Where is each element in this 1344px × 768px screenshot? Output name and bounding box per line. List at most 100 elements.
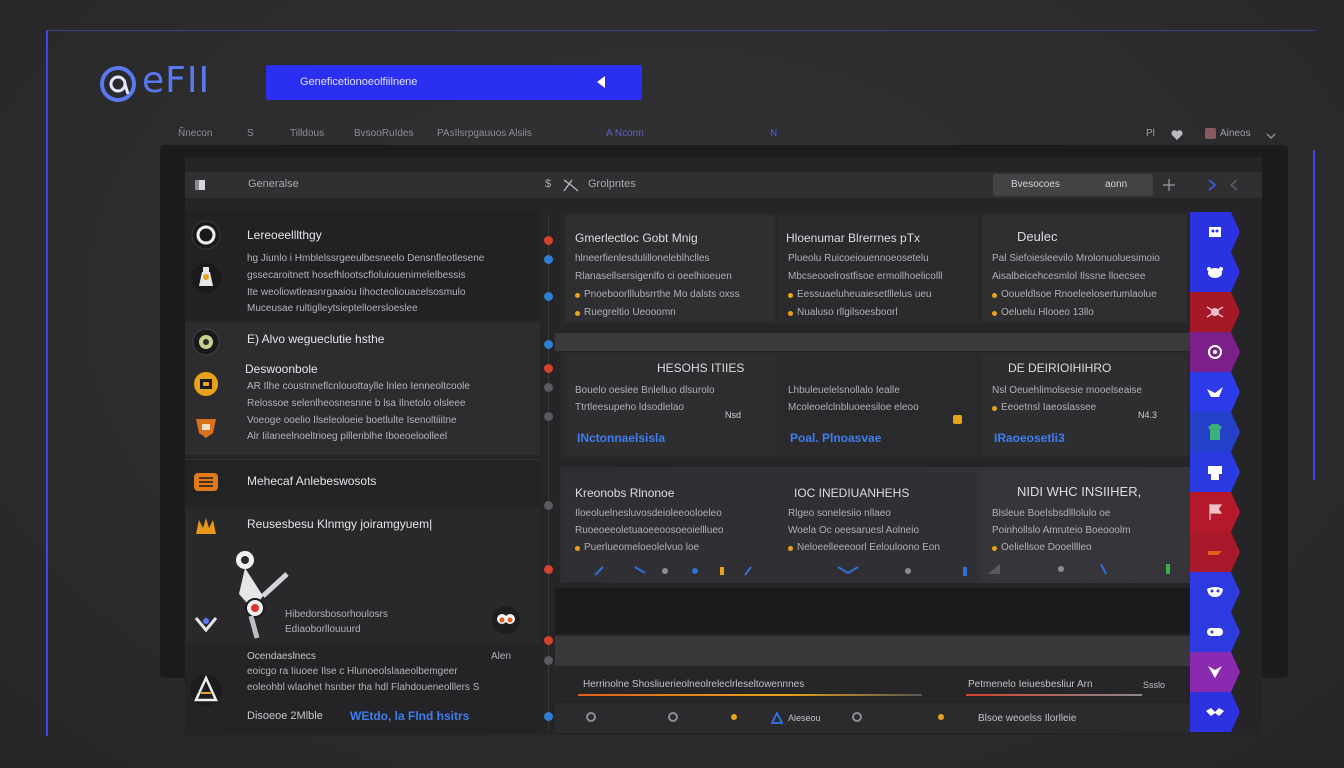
triangle-icon: [770, 710, 784, 724]
timeline-dot[interactable]: [544, 565, 553, 574]
chevron-right-icon[interactable]: [1206, 178, 1218, 192]
tab-flag-2[interactable]: [1190, 532, 1240, 572]
crown-icon: [193, 514, 219, 538]
card-bullet: Eessuaeluheuaiesetlllelus ueu: [788, 289, 932, 300]
triangle-left-icon[interactable]: [594, 75, 608, 89]
document-icon[interactable]: [193, 178, 207, 192]
tab-dog[interactable]: [1190, 252, 1240, 292]
timeline-dot[interactable]: [544, 292, 553, 301]
tab-bat[interactable]: [1190, 692, 1240, 732]
timeline-dot[interactable]: [544, 412, 553, 421]
timeline-dot[interactable]: [544, 656, 553, 665]
rose-icon: [1208, 345, 1222, 359]
card[interactable]: Kreonobs Rlnonoe Iloeoluelnesluvosdeiole…: [565, 472, 775, 580]
filter-label[interactable]: Grolpntes: [588, 178, 636, 190]
toolbar: Generalse $ Grolpntes Bvesocoes aonn: [185, 172, 1262, 198]
tab-spider[interactable]: [1190, 292, 1240, 332]
tab-rose[interactable]: [1190, 332, 1240, 372]
tab-fox[interactable]: [1190, 652, 1240, 692]
avatar[interactable]: [1205, 128, 1216, 139]
plus-icon[interactable]: [1161, 177, 1177, 193]
status-icon: [586, 712, 596, 722]
tab-robot[interactable]: [1190, 212, 1240, 252]
sidebar-item-4[interactable]: Ocendaeslnecs Alen eoicgo ra Iiuoee Ilse…: [185, 645, 540, 735]
timeline-dot[interactable]: [544, 712, 553, 721]
mask-icon: [1207, 587, 1223, 597]
card-title: Kreonobs Rlnonoe: [575, 486, 675, 500]
wrench-icon[interactable]: [562, 177, 580, 193]
card[interactable]: HESOHS ITIIES Bouelo oeslee Bnlelluo dls…: [565, 355, 775, 455]
timeline-dot[interactable]: [544, 236, 553, 245]
nav-item-3[interactable]: BvsooRuIdes: [354, 128, 413, 139]
card[interactable]: Lhbuleuelelsnollalo Iealle Mcoleoelclnbl…: [778, 355, 978, 455]
sidebar-item-1[interactable]: E) Alvo wegueclutie hsthe Deswoonbole AR…: [185, 322, 540, 455]
card-text: Rlgeo sonelesiio nllaeo: [788, 508, 891, 519]
at-sign-icon[interactable]: [98, 64, 138, 104]
sidebar-item-text: Relossoe selenlheosnesnne b lsa Ilnetolo…: [247, 398, 466, 409]
robot-icon: [1209, 227, 1221, 237]
user-name[interactable]: Aineos: [1220, 128, 1251, 139]
card-title: HESOHS ITIIES: [657, 361, 745, 375]
tab-mask[interactable]: [1190, 572, 1240, 612]
card-title: IOC INEDIUANHEHS: [794, 486, 910, 500]
sidebar-item-0[interactable]: Lereoeelllthgy hg Jiunlo i Hmblelssrgeeu…: [185, 210, 540, 320]
timeline-dot[interactable]: [544, 501, 553, 510]
card-bullet: Nualuso rllgilsoesboorl: [788, 307, 898, 318]
card[interactable]: NIDI WHC INSIIHER, Blsleue Boelsbsdlllol…: [982, 472, 1187, 580]
timeline-dot[interactable]: [544, 364, 553, 373]
owl-icon[interactable]: [491, 605, 521, 635]
timeline-dot[interactable]: [544, 340, 553, 349]
list-row-text: Petmenelo Ieiuesbesliur Arn: [968, 679, 1093, 690]
status-square: [953, 415, 962, 424]
nav-item-4[interactable]: PAsIlsrpgauuos Alsils: [437, 128, 532, 139]
card-text: Aisalbeicehcesmlol Ilssne lloecsee: [992, 271, 1146, 282]
app-logo-text[interactable]: eFII: [142, 60, 210, 101]
card-badge: Nsd: [725, 410, 742, 420]
card[interactable]: Gmerlectloc Gobt Mnig hlneerfienlesdulil…: [565, 215, 775, 322]
tab-flag[interactable]: [1190, 492, 1240, 532]
nav-item-5[interactable]: A Nconn: [606, 128, 644, 139]
card-text: Poinhollslo Amruteio Boeooolm: [992, 525, 1131, 536]
tab-bird[interactable]: [1190, 372, 1240, 412]
sidebar-footer-link[interactable]: WEtdo, la Flnd hsitrs: [350, 709, 469, 723]
card[interactable]: Deulec Pal Siefoiesleevilo Mrolonuoluesi…: [982, 215, 1187, 322]
sidebar-item-2[interactable]: Mehecaf Anlebeswosots: [185, 459, 540, 505]
search-input[interactable]: Geneficetionoeolfiilnene: [300, 76, 417, 88]
card[interactable]: DE DEIRIOIHIHRO Nsl Oeuehlimolsesie mooe…: [982, 355, 1187, 455]
card-bullet: Eeoetnsl Iaeoslassee: [992, 402, 1096, 413]
toolbar-button-value: aonn: [1105, 179, 1128, 190]
timeline-dot[interactable]: [544, 383, 553, 392]
card-text: Mcoleoelclnbluoeesiloe eleoo: [788, 402, 919, 413]
nav-item-6[interactable]: N: [770, 128, 777, 139]
shield-icon: [193, 414, 219, 440]
sidebar-item-3[interactable]: Reusesbesu Klnmgy joiramgyuem| Hibedorsb…: [185, 508, 540, 645]
toolbar-dropdown-button[interactable]: Bvesocoes aonn: [993, 174, 1153, 196]
toolbar-symbol: $: [545, 178, 552, 190]
flag-icon: [1209, 504, 1223, 520]
card-bullet: Oeliellsoe Dooelllleo: [992, 542, 1092, 553]
chevron-down-icon[interactable]: [1266, 128, 1276, 140]
nav-item-1[interactable]: S: [247, 128, 254, 139]
list-row[interactable]: [555, 703, 1190, 733]
card[interactable]: IOC INEDIUANHEHS Rlgeo sonelesiio nllaeo…: [778, 472, 978, 580]
card-link[interactable]: Poal. Plnoasvae: [790, 431, 881, 445]
tab-tshirt[interactable]: [1190, 412, 1240, 452]
card[interactable]: Hloenumar Blrerrnes pTx Plueolu Ruicoeio…: [778, 215, 978, 322]
tab-gamepad[interactable]: [1190, 612, 1240, 652]
card-link[interactable]: IRaoeosetli3: [994, 431, 1065, 445]
search-bar[interactable]: Geneficetionoeolfiilnene: [266, 65, 642, 100]
card-link[interactable]: INctonnaelsisla: [577, 431, 665, 445]
dark-band: [555, 588, 1190, 634]
target-icon: [191, 220, 221, 250]
timeline-dot[interactable]: [544, 255, 553, 264]
nav-item-2[interactable]: Tilldous: [290, 128, 324, 139]
nav-item-0[interactable]: Ñnecon: [178, 128, 212, 139]
gamepad-icon: [1207, 628, 1223, 636]
nav-right-label[interactable]: Pl: [1146, 128, 1155, 139]
timeline-dot[interactable]: [544, 636, 553, 645]
heart-icon[interactable]: [1171, 128, 1183, 140]
card-text: Mbcseooelrostfisoe ermollhoelicolll: [788, 271, 943, 282]
chevron-left-icon[interactable]: [1228, 178, 1240, 192]
tab-robot-2[interactable]: [1190, 452, 1240, 492]
card-text: Pal Siefoiesleevilo Mrolonuoluesimoio: [992, 253, 1160, 264]
